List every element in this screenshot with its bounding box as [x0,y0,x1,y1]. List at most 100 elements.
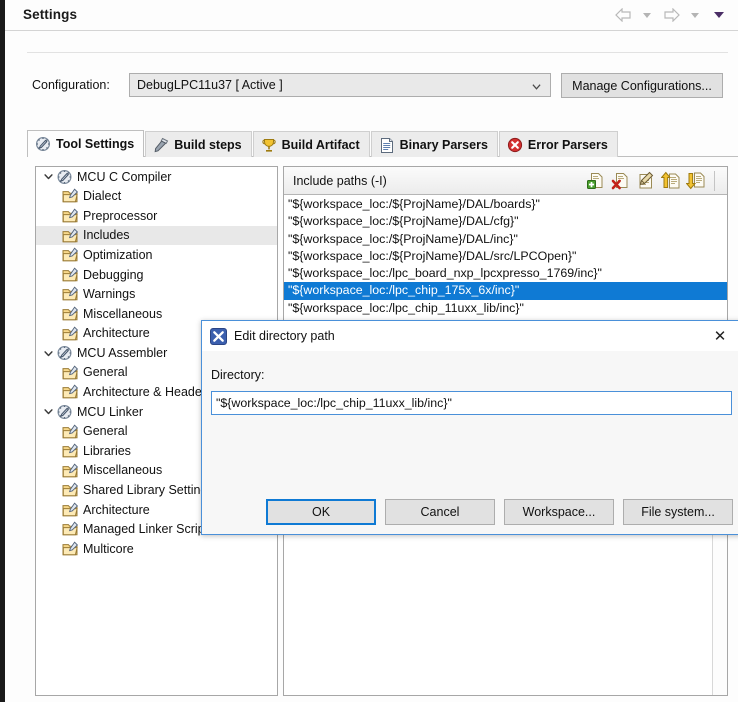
tree-item-label: Miscellaneous [83,306,163,321]
chevron-down-icon [43,350,53,356]
folder-icon [62,521,79,536]
folder-icon [62,286,79,301]
delete-icon[interactable] [611,171,630,190]
folder-icon [62,443,79,458]
include-path-row[interactable]: "${workspace_loc:/${ProjName}/DAL/boards… [284,196,727,213]
include-path-row[interactable]: "${workspace_loc:/lpc_chip_11uxx_lib/inc… [284,300,727,317]
navigation-toolbar [612,5,730,25]
dialog-title: Edit directory path [234,329,335,343]
back-button[interactable] [612,5,634,25]
folder-icon [62,482,79,497]
include-path-row[interactable]: "${workspace_loc:/${ProjName}/DAL/inc}" [284,231,727,248]
tree-item-optimization[interactable]: Optimization [36,245,277,265]
view-menu-button[interactable] [708,5,730,25]
include-path-row[interactable]: "${workspace_loc:/${ProjName}/DAL/src/LP… [284,248,727,265]
tree-item-label: Architecture [83,502,150,517]
tab-label: Build steps [174,137,242,152]
tree-item-dialect[interactable]: Dialect [36,187,277,207]
chevron-down-icon [643,12,651,18]
tree-item-label: Optimization [83,247,153,262]
tree-item-label: MCU Assembler [77,345,168,360]
include-paths-header: Include paths (-I) [284,167,727,195]
tree-item-includes[interactable]: Includes [36,225,277,246]
folder-icon [62,247,79,262]
folder-icon [62,306,79,321]
close-icon[interactable]: ✕ [698,321,738,351]
move-down-icon[interactable] [686,171,705,190]
tab-tool-settings[interactable]: Tool Settings [27,130,145,158]
tree-expander[interactable] [40,172,56,181]
tree-item-label: Preprocessor [83,208,158,223]
configuration-select[interactable]: DebugLPC11u37 [ Active ] [129,73,551,97]
directory-input[interactable] [211,391,732,415]
tab-build-artifact[interactable]: Build Artifact [252,131,370,157]
tree-item-label: Managed Linker Script [83,522,209,537]
move-up-icon[interactable] [661,171,680,190]
page-title: Settings [23,7,78,22]
folder-icon [62,188,79,203]
folder-icon [62,365,79,380]
eclipse-x-icon [210,327,227,345]
tab-error-parsers[interactable]: Error Parsers [498,131,618,157]
manage-configurations-button[interactable]: Manage Configurations... [561,73,723,98]
binary-parsers-icon [380,137,393,153]
tab-binary-parsers[interactable]: Binary Parsers [370,131,498,157]
add-icon[interactable] [586,171,605,190]
tree-item-label: MCU Linker [77,404,143,419]
folder-icon [62,384,79,399]
file-system-button[interactable]: File system... [623,499,733,525]
configuration-value: DebugLPC11u37 [ Active ] [137,78,283,92]
directory-label: Directory: [211,368,265,382]
include-paths-title: Include paths (-I) [293,173,387,188]
folder-icon [62,502,79,517]
include-path-row[interactable]: "${workspace_loc:/${ProjName}/DAL/cfg}" [284,213,727,230]
include-paths-toolbar [586,171,705,190]
back-arrow-icon [614,8,631,22]
include-path-row[interactable]: "${workspace_loc:/lpc_board_nxp_lpcxpres… [284,265,727,282]
forward-history-button[interactable] [684,5,706,25]
tree-expander[interactable] [40,349,56,358]
tree-item-label: Warnings [83,287,136,302]
back-history-button[interactable] [636,5,658,25]
tree-item-debugging[interactable]: Debugging [36,265,277,285]
tab-label: Build Artifact [281,137,360,152]
tree-item-label: General [83,424,128,439]
folder-icon [62,541,79,556]
tree-expander[interactable] [40,407,56,416]
folder-icon [62,208,79,223]
compiler-tool-icon [57,404,72,419]
ok-button[interactable]: OK [266,499,376,525]
cancel-button[interactable]: Cancel [385,499,495,525]
configuration-group: Configuration: DebugLPC11u37 [ Active ] … [27,52,728,110]
build-artifact-icon [261,138,276,152]
edit-directory-path-dialog: Edit directory path ✕ Directory: OK Cance… [201,320,738,535]
folder-icon [62,424,79,438]
tab-strip: Tool Settings Build steps Build Artifact Bi… [27,130,738,158]
folder-icon [62,463,79,478]
tree-item-label: Includes [83,228,130,243]
folder-icon [62,267,79,282]
forward-button[interactable] [660,5,682,25]
edit-icon[interactable] [636,171,655,190]
include-path-row[interactable]: "${workspace_loc:/lpc_chip_175x_6x/inc}" [284,282,727,300]
folder-icon [62,326,79,340]
tool-settings-icon [35,136,51,152]
compiler-tool-icon [57,346,72,361]
tree-item-multicore[interactable]: Multicore [36,539,277,559]
tab-list: Tool Settings Build steps Build Artifact Bi… [27,130,738,158]
chevron-down-icon [532,84,541,90]
chevron-down-icon [714,12,724,18]
tree-item-label: Architecture [83,326,150,341]
forward-arrow-icon [663,8,680,22]
dialog-button-row: OK Cancel Workspace... File system... [202,499,733,525]
toolbar-separator [714,171,715,191]
configuration-label: Configuration: [32,78,110,92]
tree-item-warnings[interactable]: Warnings [36,285,277,305]
tab-build-steps[interactable]: Build steps [145,131,252,157]
window-titlebar: Settings [5,0,738,31]
tree-item-preprocessor[interactable]: Preprocessor [36,206,277,226]
build-steps-icon [154,137,169,152]
workspace-button[interactable]: Workspace... [504,499,614,525]
tab-label: Binary Parsers [399,137,488,152]
tree-item-mcu-c-compiler[interactable]: MCU C Compiler [36,167,277,187]
